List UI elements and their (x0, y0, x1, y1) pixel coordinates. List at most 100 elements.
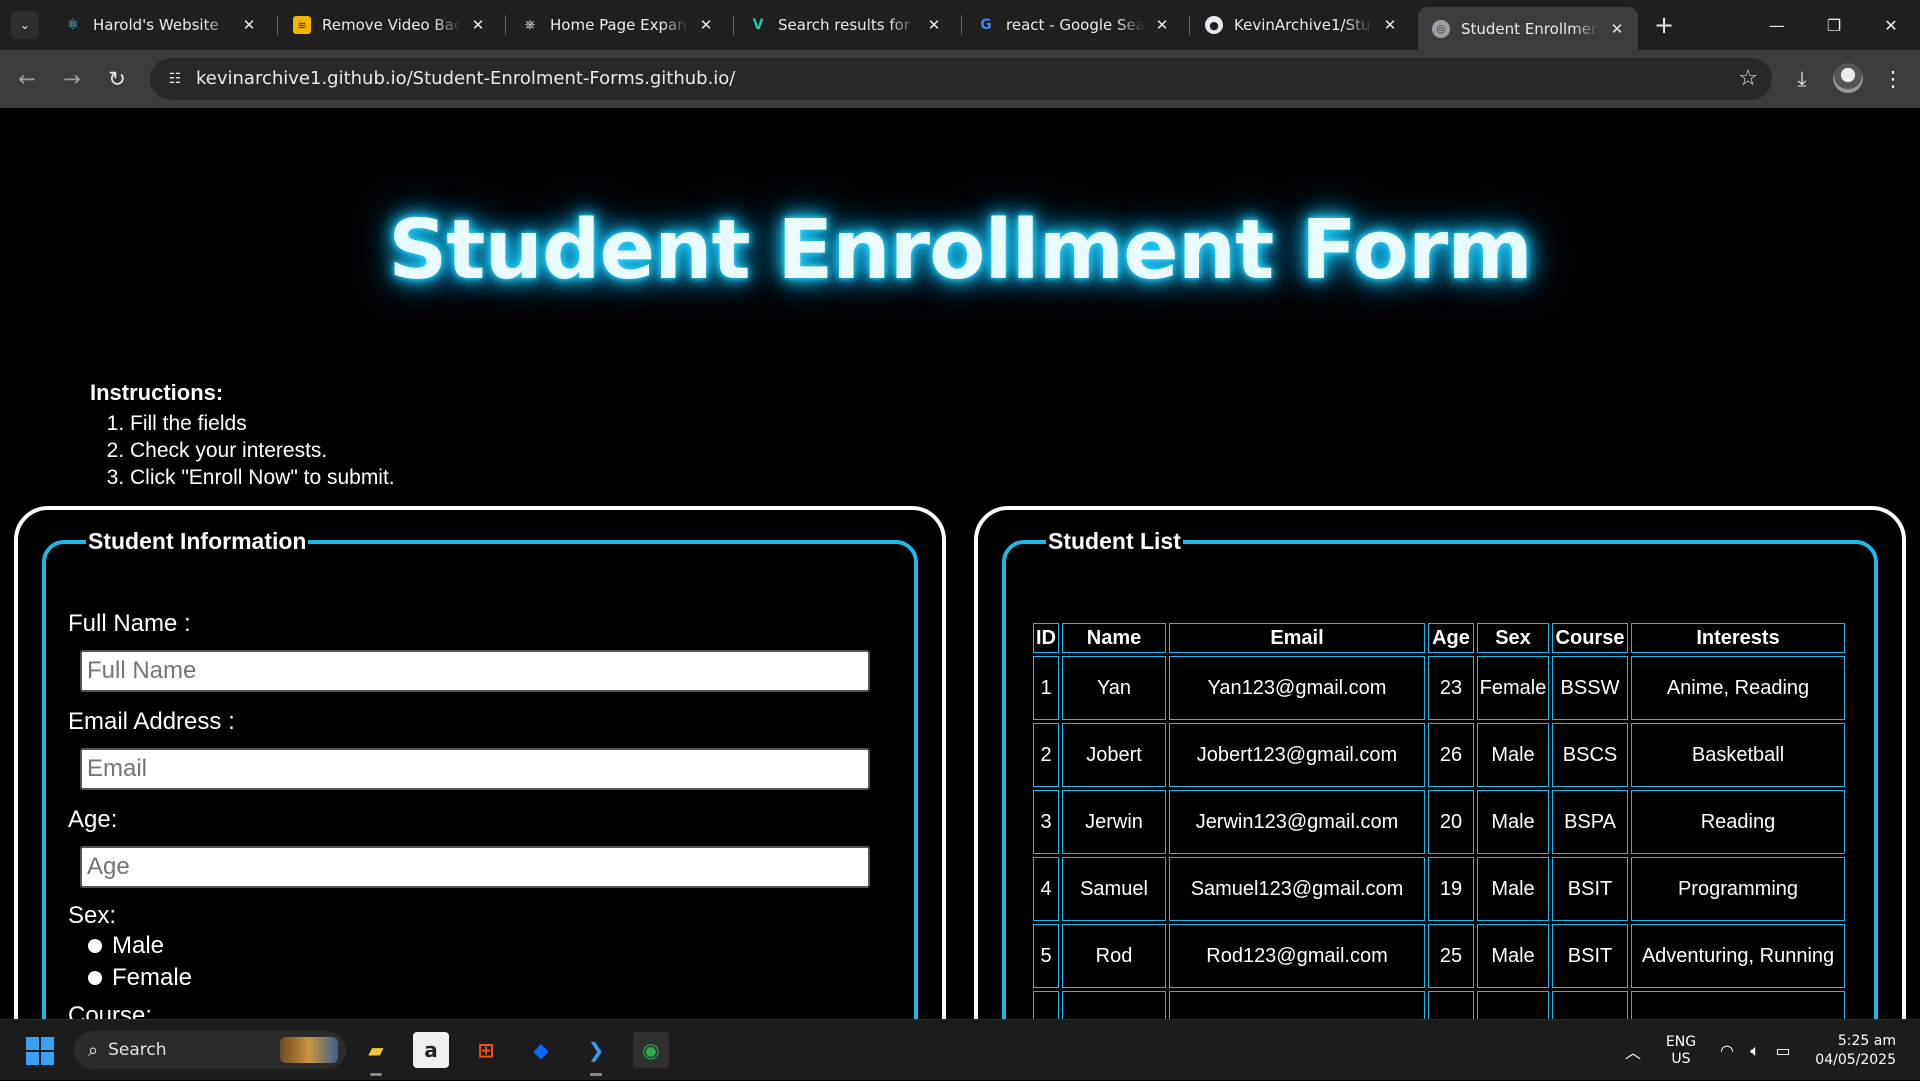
table-cell-id (1033, 991, 1059, 1019)
instructions-list: Fill the fields Check your interests. Cl… (110, 410, 395, 491)
student-information-panel: Student Information Full Name : Email Ad… (14, 506, 946, 1019)
page-content: Student Enrollment Form Instructions: Fi… (0, 108, 1920, 1019)
wifi-icon[interactable]: ◠ (1716, 1020, 1738, 1081)
restore-button[interactable]: ❐ (1805, 0, 1863, 50)
radio-label: Female (112, 964, 193, 991)
address-bar[interactable]: ☷ kevinarchive1.github.io/Student-Enrolm… (150, 58, 1772, 100)
tab-title: Remove Video Background (322, 16, 461, 34)
table-cell-sex: Male (1477, 723, 1549, 787)
table-cell-email: Yan123@gmail.com (1169, 656, 1425, 720)
student-list-fieldset: Student List ID Name Email Age Sex Cours… (1002, 528, 1878, 1019)
reload-button[interactable]: ↻ (100, 62, 134, 96)
course-label: Course: (68, 1002, 153, 1019)
close-icon[interactable]: ✕ (240, 16, 258, 34)
age-input[interactable] (80, 846, 870, 888)
site-info-icon[interactable]: ☷ (164, 68, 186, 90)
github-icon: ● (1205, 16, 1223, 34)
forward-button[interactable]: → (55, 62, 89, 96)
search-icon: ⌕ (88, 1039, 99, 1061)
tab-title: react - Google Search (1006, 16, 1145, 34)
sex-label: Sex: (68, 902, 117, 929)
battery-icon[interactable]: ▭ (1772, 1020, 1794, 1081)
radio-button[interactable] (88, 971, 102, 985)
tab-remove-video-background[interactable]: ≋ Remove Video Background ✕ (279, 8, 499, 42)
profile-avatar[interactable] (1833, 63, 1863, 93)
student-information-fieldset: Student Information Full Name : Email Ad… (42, 528, 918, 1019)
page-title: Student Enrollment Form (388, 203, 1533, 298)
taskbar-search[interactable]: ⌕ Search (74, 1031, 346, 1069)
table-cell-name: Samuel (1062, 857, 1166, 921)
tab-github-kevinarchive1[interactable]: ● KevinArchive1/Student ✕ (1191, 8, 1411, 42)
clock-date: 04/05/2025 (1815, 1052, 1896, 1068)
volume-icon[interactable]: 🔈︎ (1744, 1020, 1766, 1081)
student-information-legend: Student Information (86, 528, 309, 555)
tab-separator (277, 15, 278, 35)
close-window-button[interactable]: ✕ (1862, 0, 1920, 50)
file-explorer-icon[interactable]: ▰ (358, 1032, 394, 1076)
table-row (1033, 991, 1845, 1019)
search-highlight-image (280, 1037, 338, 1063)
table-cell-id: 4 (1033, 857, 1059, 921)
column-header-name: Name (1062, 623, 1166, 653)
table-cell-name: Jobert (1062, 723, 1166, 787)
table-cell-age: 20 (1428, 790, 1474, 854)
full-name-input[interactable] (80, 650, 870, 692)
student-table-body: 1 Yan Yan123@gmail.com 23 Female BSSW Anime, R… (1033, 656, 1845, 1019)
minimize-button[interactable]: — (1748, 0, 1806, 50)
table-cell-age: 23 (1428, 656, 1474, 720)
language-indicator[interactable]: ENG US (1660, 1020, 1702, 1081)
tab-react-google-search[interactable]: G react - Google Search ✕ (963, 8, 1183, 42)
tab-title: Home Page Expansion (550, 16, 689, 34)
tab-harolds-website[interactable]: ⚛ Harold's Website ✕ (50, 8, 270, 42)
table-cell-course: BSIT (1552, 857, 1628, 921)
sex-option-male[interactable]: Male (88, 932, 164, 960)
url-text[interactable]: kevinarchive1.github.io/Student-Enrolmen… (196, 68, 735, 89)
close-icon[interactable]: ✕ (1608, 20, 1626, 38)
new-tab-button[interactable]: + (1650, 11, 1678, 39)
tab-search-menu-button[interactable]: ⌄ (11, 11, 39, 39)
menu-kebab-icon[interactable]: ⋮ (1876, 62, 1910, 96)
amazon-icon[interactable]: a (413, 1032, 449, 1068)
email-input[interactable] (80, 748, 870, 790)
close-icon[interactable]: ✕ (469, 16, 487, 34)
close-icon[interactable]: ✕ (925, 16, 943, 34)
table-cell-interests: Anime, Reading (1631, 656, 1845, 720)
v-logo-icon: V (752, 17, 764, 33)
table-row: 4 Samuel Samuel123@gmail.com 19 Male BSIT Prog… (1033, 857, 1845, 921)
tab-home-page-expansion[interactable]: ⎈ Home Page Expansion ✕ (507, 8, 727, 42)
table-cell-id: 1 (1033, 656, 1059, 720)
radio-button[interactable] (88, 939, 102, 953)
tab-student-enrollment-form[interactable]: ◎ Student Enrollment Form ✕ (1418, 7, 1638, 50)
back-button[interactable]: ← (10, 62, 44, 96)
close-icon[interactable]: ✕ (1381, 16, 1399, 34)
dropbox-icon[interactable]: ◆ (523, 1032, 559, 1068)
vscode-icon[interactable]: ❯ (578, 1032, 614, 1076)
email-label: Email Address : (68, 708, 235, 735)
table-cell-course: BSIT (1552, 924, 1628, 988)
table-cell-interests (1631, 991, 1845, 1019)
show-hidden-icons-chevron-icon[interactable]: ︿ (1620, 1020, 1646, 1081)
table-cell-name: Yan (1062, 656, 1166, 720)
table-row: 1 Yan Yan123@gmail.com 23 Female BSSW Anime, R… (1033, 656, 1845, 720)
taskbar-search-label: Search (108, 1040, 167, 1060)
microsoft-store-icon[interactable]: ⊞ (468, 1032, 504, 1068)
windows-start-button[interactable] (26, 1037, 54, 1065)
instructions-heading: Instructions: (90, 380, 224, 405)
chrome-icon[interactable]: ◉ (633, 1032, 669, 1068)
student-table: ID Name Email Age Sex Course Interests 1… (1030, 620, 1848, 1019)
table-cell-name: Rod (1062, 924, 1166, 988)
sex-option-female[interactable]: Female (88, 964, 192, 992)
table-cell-id: 3 (1033, 790, 1059, 854)
instruction-step: Check your interests. (130, 437, 395, 464)
system-clock[interactable]: 5:25 am 04/05/2025 (1806, 1032, 1896, 1070)
download-icon[interactable]: ⤓ (1785, 62, 1819, 96)
bookmark-star-icon[interactable]: ☆ (1738, 66, 1758, 91)
table-cell-id: 5 (1033, 924, 1059, 988)
close-icon[interactable]: ✕ (697, 16, 715, 34)
instruction-step: Fill the fields (130, 410, 395, 437)
table-cell-sex: Male (1477, 924, 1549, 988)
table-cell-age: 25 (1428, 924, 1474, 988)
globe-icon: ◎ (1432, 19, 1450, 38)
close-icon[interactable]: ✕ (1153, 16, 1171, 34)
tab-search-results[interactable]: V Search results for Ins ✕ (735, 8, 955, 42)
